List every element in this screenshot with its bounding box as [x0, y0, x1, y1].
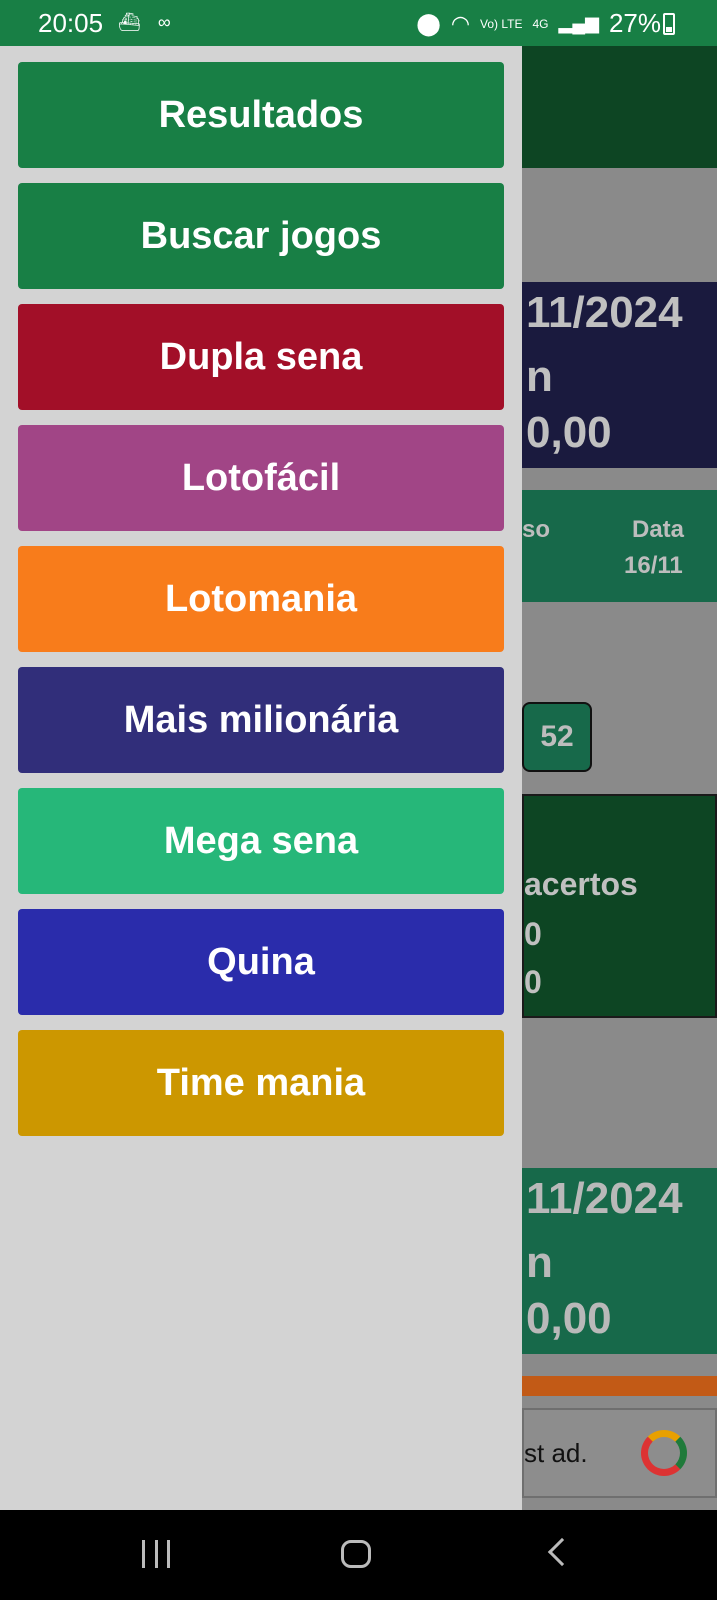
ad-banner[interactable]: st ad.	[522, 1408, 717, 1498]
status-time: 20:05	[38, 8, 104, 38]
menu-item-label: Time mania	[156, 1061, 366, 1104]
4g-icon: 4G	[532, 16, 549, 31]
ad-text: st ad.	[524, 1438, 588, 1468]
ad-logo-icon	[641, 1430, 687, 1476]
menu-item-mega-sena[interactable]: Mega sena	[18, 788, 504, 894]
menu-item-resultados[interactable]: Resultados	[18, 62, 504, 168]
menu-item-dupla-sena[interactable]: Dupla sena	[18, 304, 504, 410]
menu-item-time-mania[interactable]: Time mania	[18, 1030, 504, 1136]
status-bar: 20:05 ⛴ ∞ ⬤ ◠ Vo) LTE 4G ▂▄▆ 27%	[0, 0, 717, 46]
signal-icon: ▂▄▆	[558, 13, 599, 33]
home-icon[interactable]	[341, 1540, 371, 1568]
bg-prize-card: acertos 0 0	[522, 794, 717, 1018]
wifi-icon: ◠	[450, 10, 471, 36]
battery-icon	[663, 13, 675, 35]
menu-item-mais-milionaria[interactable]: Mais milionária	[18, 667, 504, 773]
menu-item-label: Mega sena	[163, 819, 359, 862]
menu-item-label: Lotomania	[164, 577, 358, 620]
bg-info-card: so Data 16/11	[522, 490, 717, 602]
menu-item-buscar-jogos[interactable]: Buscar jogos	[18, 183, 504, 289]
menu-item-quina[interactable]: Quina	[18, 909, 504, 1015]
menu-item-label: Buscar jogos	[140, 214, 382, 257]
voicemail-icon: ∞	[157, 12, 177, 32]
bg-number-ball: 52	[522, 702, 592, 772]
location-icon: ⬤	[416, 10, 441, 36]
menu-item-label: Quina	[207, 940, 315, 983]
battery-percent: 27%	[608, 8, 661, 38]
bg-result-card: 11/2024 n 0,00	[522, 282, 717, 468]
menu-item-lotomania[interactable]: Lotomania	[18, 546, 504, 652]
recents-icon[interactable]	[142, 1540, 170, 1568]
bg-header	[522, 46, 717, 168]
ship-icon: ⛴	[118, 12, 147, 32]
menu-item-label: Mais milionária	[123, 698, 399, 741]
volte-icon: Vo) LTE	[480, 16, 523, 31]
system-nav-bar	[0, 1510, 717, 1600]
navigation-drawer: Resultados Buscar jogos Dupla sena Lotof…	[0, 46, 522, 1510]
menu-item-lotofacil[interactable]: Lotofácil	[18, 425, 504, 531]
menu-item-label: Dupla sena	[159, 335, 363, 378]
menu-item-label: Lotofácil	[181, 456, 341, 499]
bg-result-card-2: 11/2024 n 0,00	[522, 1168, 717, 1354]
menu-item-label: Resultados	[158, 93, 364, 136]
back-icon[interactable]	[547, 1537, 577, 1567]
bg-orange-strip	[522, 1376, 717, 1396]
